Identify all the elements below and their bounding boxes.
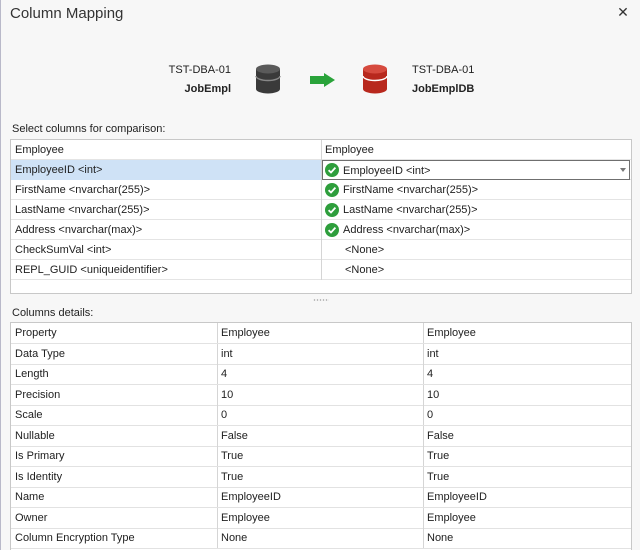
- source-value: True: [218, 446, 424, 466]
- mapping-row[interactable]: EmployeeID <int> EmployeeID <int>: [11, 160, 631, 180]
- details-row: Scale 0 0: [11, 405, 631, 426]
- target-value: int: [427, 347, 439, 360]
- source-value: Employee: [218, 507, 424, 528]
- target-column-cell[interactable]: Address <nvarchar(max)>: [322, 220, 631, 240]
- target-column-cell[interactable]: <None>: [322, 240, 631, 260]
- property-name: Column Encryption Type: [11, 528, 218, 548]
- target-table-header[interactable]: Employee: [322, 140, 631, 160]
- property-name: Nullable: [11, 425, 218, 446]
- chevron-down-icon[interactable]: [620, 168, 626, 172]
- source-column[interactable]: FirstName <nvarchar(255)>: [11, 180, 322, 200]
- target-header[interactable]: Employee: [424, 323, 631, 343]
- details-header-row: Property Employee Employee: [11, 323, 631, 344]
- property-name: Data Type: [11, 343, 218, 364]
- details-row: Nullable False False: [11, 425, 631, 447]
- source-header[interactable]: Employee: [218, 323, 424, 343]
- target-database-icon: [362, 64, 388, 94]
- target-column-cell[interactable]: EmployeeID <int>: [322, 160, 631, 180]
- property-name: Precision: [11, 384, 218, 405]
- mapping-row[interactable]: FirstName <nvarchar(255)> FirstName <nva…: [11, 180, 631, 200]
- property-name: Length: [11, 364, 218, 384]
- target-server-name: TST-DBA-01: [412, 64, 475, 76]
- close-icon[interactable]: ✕: [615, 4, 631, 20]
- mapping-section-label: Select columns for comparison:: [12, 123, 166, 135]
- details-row: Data Type int int: [11, 343, 631, 365]
- source-server-name: TST-DBA-01: [168, 64, 231, 76]
- column-details-grid: Property Employee Employee Data Type int…: [10, 322, 632, 550]
- target-value: 10: [427, 388, 440, 401]
- target-column-value: EmployeeID <int>: [343, 165, 431, 177]
- target-value: True: [427, 470, 450, 483]
- title-bar: Column Mapping ✕: [1, 0, 640, 28]
- source-column[interactable]: LastName <nvarchar(255)>: [11, 200, 322, 220]
- target-column-cell[interactable]: <None>: [322, 260, 631, 280]
- target-column-value: LastName <nvarchar(255)>: [343, 204, 478, 216]
- target-value: EmployeeID: [427, 491, 487, 503]
- source-value: 4: [218, 364, 424, 384]
- database-comparison-header: TST-DBA-01 JobEmpl TST-DBA-01 JobEmplDB: [1, 58, 640, 104]
- target-column-value: FirstName <nvarchar(255)>: [343, 184, 479, 196]
- splitter-grip-icon[interactable]: [313, 299, 329, 301]
- source-database-name: JobEmpl: [184, 83, 231, 95]
- target-database-name: JobEmplDB: [412, 83, 475, 95]
- target-column-value: Address <nvarchar(max)>: [343, 224, 471, 236]
- property-name: Owner: [11, 507, 218, 528]
- source-value: 0: [218, 405, 424, 425]
- details-row: Is Primary True True: [11, 446, 631, 467]
- source-column[interactable]: Address <nvarchar(max)>: [11, 220, 322, 240]
- check-circle-icon: [325, 203, 339, 217]
- source-value: int: [218, 343, 424, 364]
- column-mapping-dialog: Column Mapping ✕ TST-DBA-01 JobEmpl TST-…: [0, 0, 640, 550]
- arrow-right-icon: [310, 73, 335, 87]
- check-circle-icon: [325, 223, 339, 237]
- property-name: Is Primary: [11, 446, 218, 466]
- details-row: Is Identity True True: [11, 466, 631, 488]
- mapping-row[interactable]: Address <nvarchar(max)> Address <nvarcha…: [11, 220, 631, 240]
- target-column-cell[interactable]: FirstName <nvarchar(255)>: [322, 180, 631, 200]
- source-table-header[interactable]: Employee: [11, 140, 322, 160]
- source-column[interactable]: CheckSumVal <int>: [11, 240, 322, 260]
- details-section-label: Columns details:: [12, 307, 94, 319]
- source-value: False: [218, 425, 424, 446]
- target-value: None: [427, 532, 454, 544]
- target-value: Employee: [427, 511, 476, 524]
- dialog-title: Column Mapping: [10, 5, 124, 22]
- details-row: Length 4 4: [11, 364, 631, 385]
- source-column[interactable]: EmployeeID <int>: [11, 160, 322, 180]
- mapping-row[interactable]: LastName <nvarchar(255)> LastName <nvarc…: [11, 200, 631, 220]
- property-header[interactable]: Property: [11, 323, 218, 343]
- panel-splitter[interactable]: [1, 296, 640, 304]
- property-name: Scale: [11, 405, 218, 425]
- target-value: 4: [427, 368, 434, 380]
- check-circle-icon: [325, 163, 339, 177]
- source-database-icon: [255, 64, 281, 94]
- mapping-row[interactable]: CheckSumVal <int> <None>: [11, 240, 631, 260]
- target-column-value: <None>: [345, 264, 385, 276]
- source-value: 10: [218, 384, 424, 405]
- target-value: 0: [427, 409, 434, 421]
- target-column-value: <None>: [345, 244, 385, 256]
- source-value: True: [218, 466, 424, 487]
- details-row: Name EmployeeID EmployeeID: [11, 487, 631, 508]
- source-value: None: [218, 528, 424, 548]
- target-value: False: [427, 429, 454, 442]
- property-name: Is Identity: [11, 466, 218, 487]
- mapping-header-row: Employee Employee: [11, 140, 631, 160]
- property-name: Name: [11, 487, 218, 507]
- column-mapping-grid: Employee Employee EmployeeID <int> Emplo…: [10, 139, 632, 294]
- details-row: Precision 10 10: [11, 384, 631, 406]
- target-column-dropdown[interactable]: EmployeeID <int>: [322, 160, 630, 180]
- check-circle-icon: [325, 183, 339, 197]
- details-row: Owner Employee Employee: [11, 507, 631, 529]
- source-column[interactable]: REPL_GUID <uniqueidentifier>: [11, 260, 322, 280]
- target-value: True: [427, 450, 450, 462]
- source-value: EmployeeID: [218, 487, 424, 507]
- target-column-cell[interactable]: LastName <nvarchar(255)>: [322, 200, 631, 220]
- mapping-row[interactable]: REPL_GUID <uniqueidentifier> <None>: [11, 260, 631, 280]
- details-row: Column Encryption Type None None: [11, 528, 631, 549]
